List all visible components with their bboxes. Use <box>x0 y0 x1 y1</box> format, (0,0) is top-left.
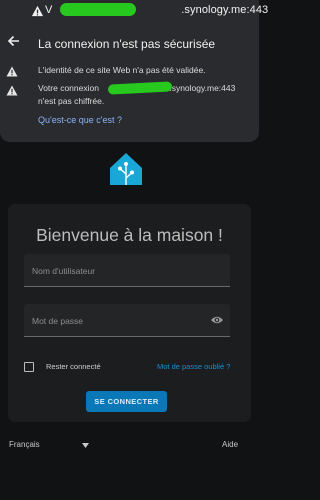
learn-more-link[interactable]: Qu'est-ce que c'est ? <box>38 115 122 125</box>
warning-identity-text: L'identité de ce site Web n'a pas été va… <box>38 65 206 75</box>
remember-me-checkbox[interactable] <box>24 362 34 372</box>
warning-triangle-icon <box>6 66 18 77</box>
login-button[interactable]: SE CONNECTER <box>86 391 167 412</box>
caret-down-icon[interactable] <box>82 443 89 448</box>
username-input[interactable] <box>32 264 202 278</box>
help-link[interactable]: Aide <box>222 440 238 449</box>
remember-me-label[interactable]: Rester connecté <box>46 362 101 371</box>
security-info-panel: Vxxxxxxxxxxxxxxxxxxxxxxx.synology.me:443… <box>0 0 269 142</box>
eye-icon[interactable] <box>210 315 224 325</box>
login-title: Bienvenue à la maison ! <box>36 225 223 245</box>
security-title: La connexion n'est pas sécurisée <box>38 37 216 51</box>
forgot-password-link[interactable]: Mot de passe oublié ? <box>157 362 230 371</box>
password-field[interactable] <box>24 304 230 337</box>
url-text: Vxxxxxxxxxxxxxxxxxxxxxxx.synology.me:443 <box>45 4 269 16</box>
home-assistant-logo <box>110 153 142 185</box>
password-input[interactable] <box>32 314 202 328</box>
url-bar[interactable]: Vxxxxxxxxxxxxxxxxxxxxxxx.synology.me:443 <box>0 0 269 22</box>
warning-triangle-icon <box>6 85 18 96</box>
username-field[interactable] <box>24 254 230 287</box>
back-arrow-icon[interactable] <box>6 33 22 49</box>
lock-warning-icon <box>31 5 44 17</box>
language-select[interactable]: Français <box>9 440 40 449</box>
